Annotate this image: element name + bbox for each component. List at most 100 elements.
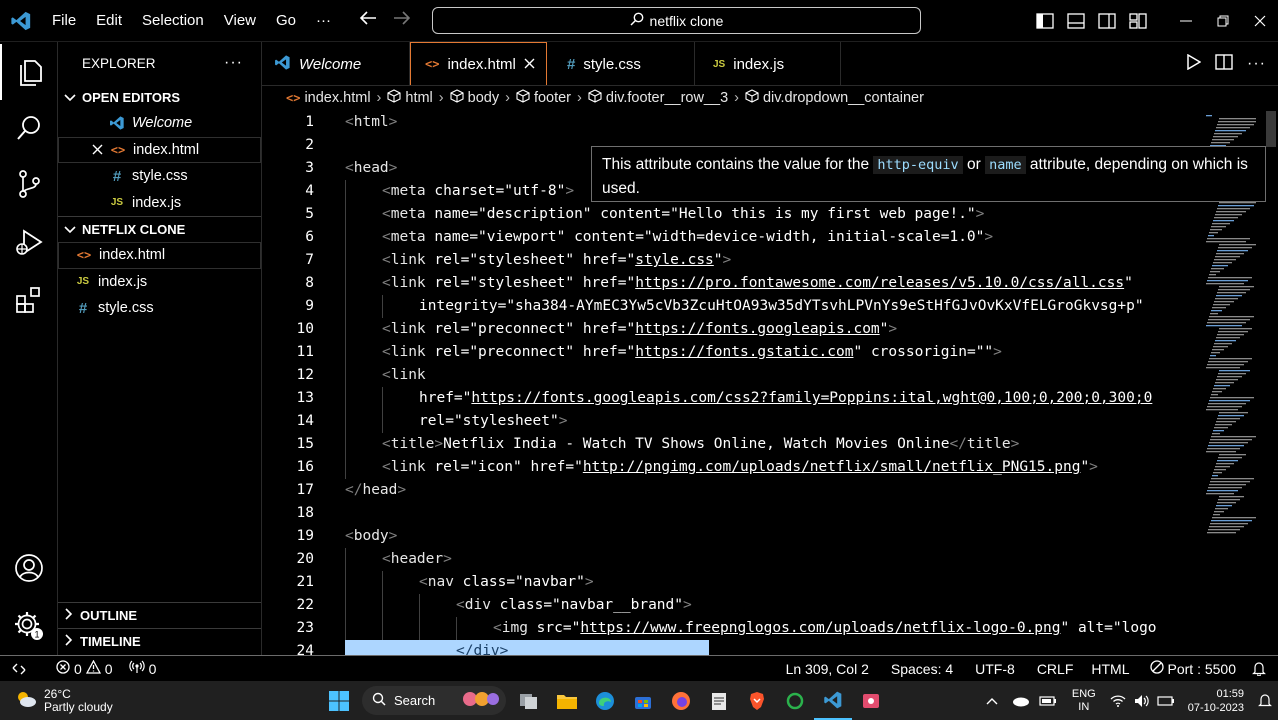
open-editor-index-js[interactable]: JS index.js bbox=[58, 190, 261, 217]
file-style-css[interactable]: # style.css bbox=[58, 295, 261, 322]
open-editors-section[interactable]: OPEN EDITORS bbox=[58, 84, 261, 110]
open-editor-welcome[interactable]: Welcome bbox=[58, 110, 261, 137]
code-line[interactable]: 6 <meta name="viewport" content="width=de… bbox=[262, 226, 1202, 249]
remote-icon[interactable] bbox=[0, 656, 38, 682]
file-index-html[interactable]: <> index.html bbox=[58, 242, 261, 269]
live-server-port[interactable]: Port : 5500 bbox=[1142, 656, 1245, 682]
file-index-js[interactable]: JS index.js bbox=[58, 269, 261, 296]
explorer-icon[interactable] bbox=[0, 44, 58, 100]
code-line[interactable]: 9 integrity="sha384-AYmEC3Yw5cVb3ZcuHtOA9… bbox=[262, 295, 1202, 318]
store-icon[interactable] bbox=[624, 681, 662, 720]
split-editor-icon[interactable] bbox=[1215, 53, 1233, 75]
breadcrumb-body[interactable]: body bbox=[450, 89, 499, 107]
forward-arrow-icon[interactable] bbox=[393, 11, 411, 30]
clock[interactable]: 01:59 07-10-2023 bbox=[1178, 687, 1252, 715]
language-mode[interactable]: HTML bbox=[1083, 656, 1137, 682]
chevron-up-icon[interactable] bbox=[978, 681, 1006, 720]
input-language[interactable]: ENG IN bbox=[1062, 688, 1106, 714]
code-line[interactable]: 13 href="https://fonts.googleapis.com/css… bbox=[262, 387, 1202, 410]
more-actions-icon[interactable]: ··· bbox=[224, 54, 243, 72]
code-line[interactable]: 10 <link rel="preconnect" href="https://f… bbox=[262, 318, 1202, 341]
back-arrow-icon[interactable] bbox=[359, 11, 377, 30]
tab-style-css[interactable]: # style.css bbox=[547, 42, 695, 86]
menu-file[interactable]: File bbox=[42, 12, 86, 29]
code-line[interactable]: 8 <link rel="stylesheet" href="https://pr… bbox=[262, 272, 1202, 295]
breadcrumb-dropdown[interactable]: div.dropdown__container bbox=[745, 89, 924, 107]
restore-icon[interactable] bbox=[1204, 0, 1241, 42]
menu-selection[interactable]: Selection bbox=[132, 12, 214, 29]
breadcrumb-file[interactable]: <> index.html bbox=[286, 90, 371, 106]
ports-indicator[interactable]: 0 bbox=[121, 656, 165, 682]
code-line[interactable]: 16 <link rel="icon" href="http://pngimg.c… bbox=[262, 456, 1202, 479]
vscode-taskbar-icon[interactable] bbox=[814, 681, 852, 720]
source-control-icon[interactable] bbox=[0, 156, 58, 212]
file-explorer-icon[interactable] bbox=[548, 681, 586, 720]
breadcrumb-footer-row[interactable]: div.footer__row__3 bbox=[588, 89, 728, 107]
wifi-icon[interactable] bbox=[1106, 681, 1130, 720]
tab-index-js[interactable]: JS index.js bbox=[695, 42, 841, 86]
code-line[interactable]: 17 </head> bbox=[262, 479, 1202, 502]
code-line[interactable]: 11 <link rel="preconnect" href="https://f… bbox=[262, 341, 1202, 364]
code-line[interactable]: 20 <header> bbox=[262, 548, 1202, 571]
indentation[interactable]: Spaces: 4 bbox=[883, 656, 961, 682]
breadcrumb-footer[interactable]: footer bbox=[516, 89, 571, 107]
notepad-icon[interactable] bbox=[700, 681, 738, 720]
cursor-position[interactable]: Ln 309, Col 2 bbox=[778, 656, 877, 682]
code-line[interactable]: 22 <div class="navbar__brand"> bbox=[262, 594, 1202, 617]
timeline-section[interactable]: TIMELINE bbox=[58, 628, 261, 654]
menu-go[interactable]: Go bbox=[266, 12, 306, 29]
code-line[interactable]: 7 <link rel="stylesheet" href="style.css"… bbox=[262, 249, 1202, 272]
extensions-icon[interactable] bbox=[0, 272, 58, 328]
code-line[interactable]: 14 rel="stylesheet"> bbox=[262, 410, 1202, 433]
task-view-icon[interactable] bbox=[510, 681, 548, 720]
command-center-search[interactable]: netflix clone bbox=[432, 7, 921, 34]
taskbar-search[interactable]: Search bbox=[362, 686, 506, 715]
chrome-icon[interactable] bbox=[776, 681, 814, 720]
project-section[interactable]: NETFLIX CLONE bbox=[58, 216, 261, 242]
minimize-icon[interactable] bbox=[1167, 0, 1204, 42]
toggle-secondary-sidebar-icon[interactable] bbox=[1091, 0, 1122, 42]
volume-icon[interactable] bbox=[1130, 681, 1154, 720]
code-line[interactable]: 21 <nav class="navbar"> bbox=[262, 571, 1202, 594]
outline-section[interactable]: OUTLINE bbox=[58, 602, 261, 628]
edge-browser-icon[interactable] bbox=[586, 681, 624, 720]
encoding[interactable]: UTF-8 bbox=[967, 656, 1023, 682]
toggle-sidebar-icon[interactable] bbox=[1029, 0, 1060, 42]
customize-layout-icon[interactable] bbox=[1122, 0, 1153, 42]
menu-edit[interactable]: Edit bbox=[86, 12, 132, 29]
battery-icon[interactable] bbox=[1034, 681, 1062, 720]
close-window-icon[interactable] bbox=[1241, 0, 1278, 42]
code-line[interactable]: 18 bbox=[262, 502, 1202, 525]
problems-indicator[interactable]: 0 0 bbox=[48, 656, 121, 682]
tab-welcome[interactable]: Welcome bbox=[262, 42, 410, 86]
end-of-line[interactable]: CRLF bbox=[1029, 656, 1082, 682]
close-tab-icon[interactable] bbox=[524, 56, 535, 73]
code-line[interactable]: 23 <img src="https://www.freepnglogos.com… bbox=[262, 617, 1202, 640]
brave-icon[interactable] bbox=[738, 681, 776, 720]
run-icon[interactable] bbox=[1187, 53, 1202, 75]
weather-widget[interactable]: 26°C Partly cloudy bbox=[0, 687, 320, 714]
open-editor-style-css[interactable]: # style.css bbox=[58, 163, 261, 190]
firefox-icon[interactable] bbox=[662, 681, 700, 720]
code-line[interactable]: 1 <html> bbox=[262, 111, 1202, 134]
start-windows-icon[interactable] bbox=[320, 681, 358, 720]
search-icon[interactable] bbox=[0, 100, 58, 156]
tab-index-html[interactable]: <> index.html bbox=[410, 42, 547, 85]
snipping-tool-icon[interactable] bbox=[852, 681, 890, 720]
code-line[interactable]: 12 <link bbox=[262, 364, 1202, 387]
breadcrumb-html[interactable]: html bbox=[387, 89, 433, 107]
account-icon[interactable] bbox=[0, 540, 58, 596]
battery-status-icon[interactable] bbox=[1154, 681, 1178, 720]
notifications-bell-icon[interactable] bbox=[1244, 656, 1278, 682]
menu-view[interactable]: View bbox=[214, 12, 266, 29]
open-editor-index-html[interactable]: <> index.html bbox=[58, 136, 261, 163]
code-line[interactable]: 5 <meta name="description" content="Hello… bbox=[262, 203, 1202, 226]
run-debug-icon[interactable] bbox=[0, 214, 58, 270]
close-icon[interactable] bbox=[87, 144, 107, 155]
onedrive-cloud-icon[interactable] bbox=[1006, 681, 1034, 720]
more-actions-icon[interactable]: ··· bbox=[1247, 55, 1266, 73]
editor-scrollbar[interactable] bbox=[1266, 111, 1276, 147]
code-line[interactable]: 19 <body> bbox=[262, 525, 1202, 548]
code-line[interactable]: 15 <title>Netflix India - Watch TV Shows … bbox=[262, 433, 1202, 456]
toggle-panel-icon[interactable] bbox=[1060, 0, 1091, 42]
